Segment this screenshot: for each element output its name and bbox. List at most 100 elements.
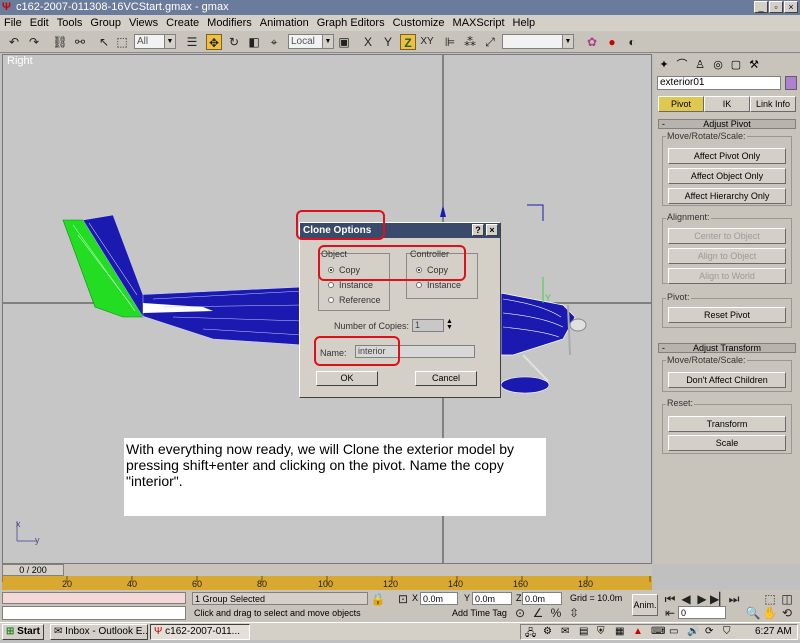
tab-link-info[interactable]: Link Info <box>750 96 796 112</box>
menu-group[interactable]: Group <box>86 15 125 31</box>
menu-file[interactable]: File <box>0 15 26 31</box>
object-name-field[interactable]: exterior01 <box>657 76 781 90</box>
z-coordinate-field[interactable]: 0.0m <box>522 592 562 605</box>
track-bar[interactable]: 20 40 60 80 100 120 140 160 180 <box>2 576 652 590</box>
maximize-viewport-icon[interactable]: ◫ <box>779 591 795 607</box>
pivot-center-icon[interactable]: ▣ <box>336 34 352 50</box>
minimize-button[interactable]: _ <box>754 1 768 13</box>
key-mode-icon[interactable]: ⇤ <box>662 605 678 621</box>
zoom-extents-icon[interactable]: ⬚ <box>762 591 778 607</box>
object-color-swatch[interactable] <box>785 76 797 90</box>
material-editor-icon[interactable]: ✿ <box>584 34 600 50</box>
tray-chart-icon[interactable]: ▦ <box>615 626 624 637</box>
dont-affect-children-button[interactable]: Don't Affect Children <box>668 372 786 388</box>
y-coordinate-field[interactable]: 0.0m <box>472 592 512 605</box>
maxscript-output-field[interactable] <box>2 606 186 620</box>
absolute-mode-icon[interactable]: ⊡ <box>395 591 411 607</box>
select-by-name-icon[interactable]: ☰ <box>184 34 200 50</box>
restore-button[interactable]: ▫ <box>769 1 783 13</box>
tab-pivot[interactable]: Pivot <box>658 96 704 112</box>
constraint-xy-button[interactable]: XY <box>418 34 436 50</box>
taskbar-gmax[interactable]: Ψ c162-2007-011... <box>150 624 250 640</box>
tray-volume-icon[interactable]: 🔊 <box>687 626 699 637</box>
reset-scale-button[interactable]: Scale <box>668 435 786 451</box>
select-manipulate-icon[interactable]: ⌖ <box>266 34 282 50</box>
menu-customize[interactable]: Customize <box>389 15 449 31</box>
tray-folder-icon[interactable]: ▤ <box>579 626 588 637</box>
constraint-z-button[interactable]: Z <box>400 34 416 50</box>
menu-maxscript[interactable]: MAXScript <box>449 15 509 31</box>
start-button[interactable]: ⊞ Start <box>2 624 44 640</box>
previous-frame-icon[interactable]: ◀ <box>678 591 694 607</box>
coord-system-dropdown[interactable]: Local ▼ <box>288 34 334 49</box>
menu-views[interactable]: Views <box>125 15 162 31</box>
number-of-copies-field[interactable]: 1 <box>412 319 444 332</box>
tray-display-icon[interactable]: ▭ <box>669 626 678 637</box>
hierarchy-tab-icon[interactable]: ♙ <box>692 57 708 73</box>
align-to-object-button[interactable]: Align to Object <box>668 248 786 264</box>
percent-snap-icon[interactable]: % <box>548 605 564 621</box>
align-to-world-button[interactable]: Align to World <box>668 268 786 284</box>
cancel-button[interactable]: Cancel <box>415 371 477 386</box>
link-icon[interactable]: ⛓ <box>52 34 68 50</box>
zoom-icon[interactable]: 🔍 <box>745 605 761 621</box>
modify-tab-icon[interactable]: ⌒ <box>674 57 690 73</box>
menu-create[interactable]: Create <box>162 15 203 31</box>
arc-rotate-icon[interactable]: ⟲ <box>779 605 795 621</box>
scale-icon[interactable]: ◧ <box>246 34 262 50</box>
move-icon[interactable]: ✥ <box>206 34 222 50</box>
quick-render-icon[interactable]: ◐ <box>624 34 640 50</box>
tray-security-icon[interactable]: ⛉ <box>723 626 731 637</box>
menu-graph-editors[interactable]: Graph Editors <box>313 15 389 31</box>
adjust-pivot-rollout[interactable]: - Adjust Pivot <box>658 119 796 129</box>
unlink-icon[interactable]: ⚯ <box>72 34 88 50</box>
snap-toggle-icon[interactable]: ⊙ <box>512 605 528 621</box>
reset-pivot-button[interactable]: Reset Pivot <box>668 307 786 323</box>
maxscript-listener-field[interactable] <box>2 592 186 604</box>
redo-icon[interactable]: ↷ <box>26 34 42 50</box>
tray-mail-icon[interactable]: ✉ <box>561 626 569 637</box>
display-tab-icon[interactable]: ▢ <box>728 57 744 73</box>
menu-modifiers[interactable]: Modifiers <box>203 15 256 31</box>
time-slider-thumb[interactable]: 0 / 200 <box>2 564 64 576</box>
current-frame-field[interactable]: 0 <box>678 606 726 619</box>
object-reference-radio[interactable]: Reference <box>328 295 381 305</box>
named-selection-dropdown[interactable]: ▼ <box>502 34 574 49</box>
select-object-icon[interactable]: ↖ <box>96 34 112 50</box>
utilities-tab-icon[interactable]: ⚒ <box>746 57 762 73</box>
array-icon[interactable]: ⁂ <box>462 34 478 50</box>
object-instance-radio[interactable]: Instance <box>328 280 373 290</box>
tray-shield-icon[interactable]: ⛨ <box>597 626 605 637</box>
copies-spinner-icon[interactable]: ▲ ▼ <box>446 318 453 331</box>
menu-animation[interactable]: Animation <box>256 15 313 31</box>
render-teapot-icon[interactable]: ● <box>604 34 620 50</box>
play-icon[interactable]: ▶ <box>694 591 710 607</box>
spinner-snap-icon[interactable]: ⇳ <box>566 605 582 621</box>
mirror-icon[interactable]: ⊫ <box>442 34 458 50</box>
region-select-icon[interactable]: ⬚ <box>114 34 130 50</box>
affect-object-only-button[interactable]: Affect Object Only <box>668 168 786 184</box>
go-to-end-icon[interactable]: ⏭ <box>726 591 742 607</box>
x-coordinate-field[interactable]: 0.0m <box>420 592 458 605</box>
undo-icon[interactable]: ↶ <box>6 34 22 50</box>
taskbar-outlook[interactable]: ✉ Inbox - Outlook E... <box>50 624 148 640</box>
constraint-x-button[interactable]: X <box>360 34 376 50</box>
controller-instance-radio[interactable]: Instance <box>416 280 461 290</box>
add-time-tag[interactable]: Add Time Tag <box>450 607 508 620</box>
rotate-icon[interactable]: ↻ <box>226 34 242 50</box>
tray-language-icon[interactable]: ⌨ <box>651 626 665 637</box>
menu-tools[interactable]: Tools <box>53 15 87 31</box>
align-icon[interactable]: ⤢ <box>482 34 498 50</box>
affect-hierarchy-only-button[interactable]: Affect Hierarchy Only <box>668 188 786 204</box>
reset-transform-button[interactable]: Transform <box>668 416 786 432</box>
menu-help[interactable]: Help <box>509 15 540 31</box>
center-to-object-button[interactable]: Center to Object <box>668 228 786 244</box>
lock-selection-icon[interactable]: 🔒 <box>370 591 386 607</box>
dialog-help-button[interactable]: ? <box>472 224 484 236</box>
constraint-y-button[interactable]: Y <box>380 34 396 50</box>
create-tab-icon[interactable]: ✦ <box>656 57 672 73</box>
dialog-close-button[interactable]: × <box>486 224 498 236</box>
adjust-transform-rollout[interactable]: - Adjust Transform <box>658 343 796 353</box>
tray-update-icon[interactable]: ⟳ <box>705 626 713 637</box>
angle-snap-icon[interactable]: ∠ <box>530 605 546 621</box>
